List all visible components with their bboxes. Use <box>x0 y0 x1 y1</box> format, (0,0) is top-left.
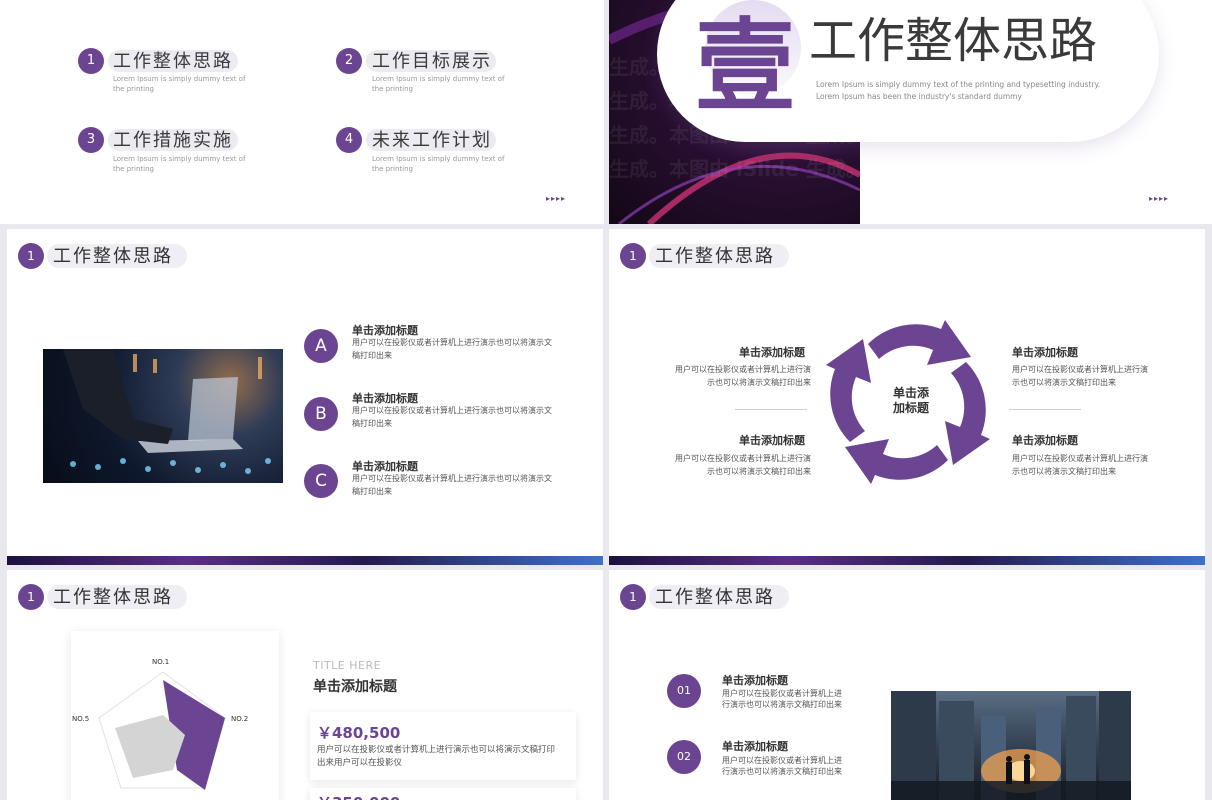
header-title: 工作整体思路 <box>655 246 775 267</box>
agenda-number-1: 1 <box>78 48 104 74</box>
radar-label-no5: NO.5 <box>72 715 90 723</box>
slide-radar-values[interactable]: 1 工作整体思路 NO.1 NO.2 NO.5 TITLE HERE 单击添加标… <box>7 570 603 800</box>
section-desc-line-2: Lorem Ipsum has been the industry's stan… <box>816 92 1022 101</box>
item-desc-c: 用户可以在投影仪或者计算机上进行演示也可以将演示文稿打印出来 <box>352 474 552 496</box>
section-big-char: 壹 <box>695 7 795 125</box>
laptop-illustration <box>43 349 283 483</box>
header-number: 1 <box>18 584 44 610</box>
value-card-2-amount: ￥350,000 <box>317 792 400 800</box>
header-number: 1 <box>620 584 646 610</box>
skyline-illustration <box>891 691 1131 800</box>
agenda-desc-3: Lorem Ipsum is simply dummy text of the … <box>113 155 246 173</box>
laptop-photo <box>43 349 283 483</box>
step-01-title: 单击添加标题 <box>722 674 788 687</box>
cycle-item-desc-1: 用户可以在投影仪或者计算机上进行演示也可以将演示文稿打印出来 <box>675 365 811 387</box>
slide-abc-list[interactable]: 1 工作整体思路 A 单击添加标题 用户可以在投影仪或者计算机上进行演示也可以将… <box>7 229 603 565</box>
cycle-item-desc-4: 用户可以在投影仪或者计算机上进行演示也可以将演示文稿打印出来 <box>1012 454 1148 476</box>
agenda-number-4: 4 <box>336 127 362 153</box>
agenda-number-3: 3 <box>78 127 104 153</box>
next-arrows-icon[interactable]: ▸▸▸▸ <box>1149 194 1169 203</box>
cycle-item-title-1: 单击添加标题 <box>739 346 805 359</box>
divider <box>1009 409 1081 410</box>
agenda-number-2: 2 <box>336 48 362 74</box>
agenda-desc-2: Lorem Ipsum is simply dummy text of the … <box>372 75 505 93</box>
cycle-center-label: 单击添 加标题 <box>892 386 929 415</box>
step-01-badge: 01 <box>667 674 701 708</box>
agenda-title-4: 未来工作计划 <box>372 130 492 151</box>
step-02-badge: 02 <box>667 740 701 774</box>
cycle-item-desc-3: 用户可以在投影仪或者计算机上进行演示也可以将演示文稿打印出来 <box>1012 365 1148 387</box>
slide-agenda[interactable]: 1 工作整体思路 Lorem Ipsum is simply dummy tex… <box>0 0 604 224</box>
slide-numbered-list[interactable]: 1 工作整体思路 01 单击添加标题 用户可以在投影仪或者计算机上进行演示也可以… <box>609 570 1205 800</box>
cycle-item-title-2: 单击添加标题 <box>739 434 805 447</box>
agenda-title-3: 工作措施实施 <box>113 130 233 151</box>
header-title: 工作整体思路 <box>53 246 173 267</box>
header-title: 工作整体思路 <box>53 587 173 608</box>
cycle-item-desc-2: 用户可以在投影仪或者计算机上进行演示也可以将演示文稿打印出来 <box>675 454 811 476</box>
eyebrow-text: TITLE HERE <box>313 659 382 672</box>
slide-section-cover[interactable]: 生成。本图由 iSlide 生成。 生成。本图由 iSlide 生成。 生成。本… <box>609 0 1212 224</box>
agenda-desc-1: Lorem Ipsum is simply dummy text of the … <box>113 75 246 93</box>
header-title: 工作整体思路 <box>655 587 775 608</box>
cycle-item-title-4: 单击添加标题 <box>1012 434 1078 447</box>
footer-band <box>609 556 1205 565</box>
city-photo <box>891 691 1131 800</box>
item-desc-b: 用户可以在投影仪或者计算机上进行演示也可以将演示文稿打印出来 <box>352 406 552 428</box>
slide-cycle[interactable]: 1 工作整体思路 单击添加标题 用户可以在投影仪或者计算机上进行演示也可以将演示… <box>609 229 1205 565</box>
value-card-1-desc: 用户可以在投影仪或者计算机上进行演示也可以将演示文稿打印出来用户可以在投影仪 <box>317 745 556 768</box>
option-c-badge: C <box>304 464 338 498</box>
section-heading: 单击添加标题 <box>313 679 397 695</box>
item-desc-a: 用户可以在投影仪或者计算机上进行演示也可以将演示文稿打印出来 <box>352 338 552 360</box>
divider <box>735 409 807 410</box>
agenda-title-2: 工作目标展示 <box>372 51 492 72</box>
next-arrows-icon[interactable]: ▸▸▸▸ <box>546 194 566 203</box>
step-01-desc: 用户可以在投影仪或者计算机上进行演示也可以将演示文稿打印出来 <box>722 689 842 709</box>
step-02-title: 单击添加标题 <box>722 740 788 753</box>
value-card-1-amount: ￥480,500 <box>317 724 401 742</box>
radar-label-no1: NO.1 <box>152 658 170 666</box>
header-number: 1 <box>18 243 44 269</box>
header-number: 1 <box>620 243 646 269</box>
radar-chart <box>98 671 226 790</box>
footer-band <box>7 556 603 565</box>
section-title: 工作整体思路 <box>809 13 1098 69</box>
section-desc-line-1: Lorem Ipsum is simply dummy text of the … <box>816 80 1101 89</box>
agenda-desc-4: Lorem Ipsum is simply dummy text of the … <box>372 155 505 173</box>
radar-label-no2: NO.2 <box>231 715 249 723</box>
agenda-title-1: 工作整体思路 <box>113 51 233 72</box>
cycle-item-title-3: 单击添加标题 <box>1012 346 1078 359</box>
option-b-badge: B <box>304 397 338 431</box>
step-02-desc: 用户可以在投影仪或者计算机上进行演示也可以将演示文稿打印出来 <box>722 756 842 776</box>
option-a-badge: A <box>304 329 338 363</box>
